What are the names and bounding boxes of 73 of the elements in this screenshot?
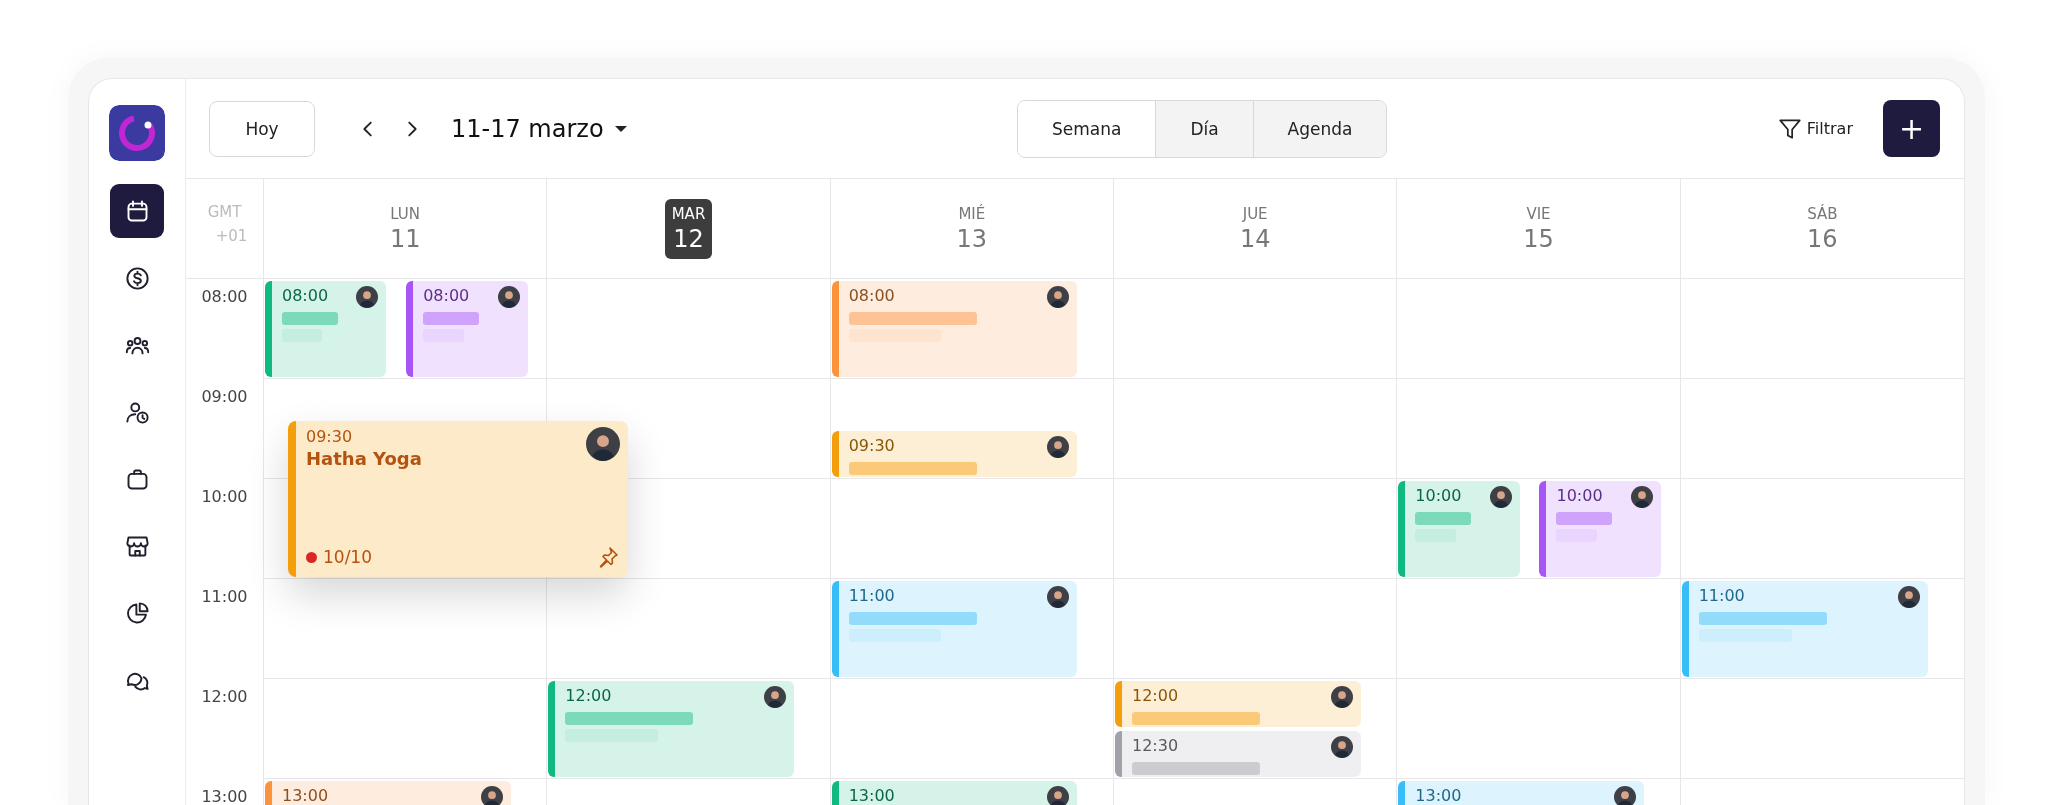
avatar-icon (586, 427, 620, 461)
event-card[interactable]: 11:00 (831, 581, 1078, 677)
event-title: Hatha Yoga (306, 448, 422, 469)
day-header[interactable]: VIE 15 (1516, 198, 1561, 259)
avatar-icon (1047, 586, 1070, 608)
avatar-icon (1330, 686, 1353, 708)
avatar-icon (1613, 786, 1636, 805)
app-logo (109, 105, 165, 161)
today-button[interactable]: Hoy (209, 100, 315, 157)
view-tab[interactable]: Día (1155, 100, 1253, 157)
event-time: 08:00 (282, 286, 329, 305)
event-time: 10:00 (1415, 486, 1462, 505)
filter-button[interactable]: Filtrar (1776, 115, 1853, 142)
hour-label: 09:00 (201, 387, 248, 406)
avatar-icon (763, 686, 786, 708)
event-card[interactable]: 09:30 (831, 431, 1078, 477)
event-time: 13:00 (848, 786, 895, 805)
avatar-icon (480, 786, 503, 805)
event-time: 09:30 (306, 427, 354, 446)
avatar-icon (1047, 286, 1070, 308)
event-time: 11:00 (848, 586, 895, 605)
avatar-icon (497, 286, 520, 308)
attendee-count: 10/10 (323, 547, 372, 567)
event-time: 08:00 (423, 286, 470, 305)
day-header[interactable]: LUN 11 (382, 198, 428, 259)
placeholder-bar (423, 312, 480, 325)
day-header[interactable]: SÁB 16 (1800, 198, 1845, 259)
calendar-icon[interactable] (110, 184, 164, 238)
event-time: 12:30 (1132, 736, 1179, 755)
event-time: 12:00 (565, 686, 612, 705)
day-header[interactable]: JUE 14 (1232, 198, 1278, 259)
event-card[interactable]: 13:00 (831, 781, 1078, 805)
hour-label: 10:00 (201, 487, 248, 506)
hour-label: 12:00 (201, 687, 248, 706)
hour-label: 11:00 (201, 587, 248, 606)
event-time: 10:00 (1556, 486, 1603, 505)
placeholder-bar (282, 312, 338, 325)
avatar-icon (356, 286, 379, 308)
event-card[interactable]: 10:00 (1539, 481, 1661, 577)
hour-label: 08:00 (201, 287, 248, 306)
event-card[interactable]: 12:30 (1115, 731, 1361, 777)
event-card[interactable]: 08:00 (831, 281, 1078, 377)
avatar-icon (1047, 436, 1070, 458)
add-button[interactable]: + (1883, 100, 1940, 157)
event-time: 09:30 (848, 436, 895, 455)
day-header[interactable]: MIÉ 13 (949, 198, 995, 259)
avatar-icon (1330, 736, 1353, 758)
event-time: 13:00 (282, 786, 329, 805)
event-card[interactable]: 10:00 (1398, 481, 1520, 577)
event-time: 13:00 (1415, 786, 1462, 805)
event-card[interactable]: 13:00 (1398, 781, 1644, 805)
day-header[interactable]: MAR 12 (664, 198, 713, 259)
event-card[interactable]: 12:00 (1115, 681, 1361, 727)
event-card[interactable]: 08:00 (265, 281, 387, 377)
event-time: 12:00 (1132, 686, 1179, 705)
placeholder-bar (1556, 512, 1613, 525)
event-card[interactable]: 12:00 (548, 681, 794, 777)
caret-icon (613, 124, 628, 133)
hour-label: 13:00 (201, 787, 248, 805)
view-tab[interactable]: Agenda (1252, 100, 1387, 157)
event-card[interactable]: 13:00 (265, 781, 511, 805)
event-card[interactable]: 11:00 (1681, 581, 1929, 677)
timezone-label: GMT +01 (186, 179, 263, 279)
avatar-icon (1047, 786, 1070, 805)
avatar-icon (1489, 486, 1512, 508)
event-card[interactable]: 08:00 (406, 281, 528, 377)
avatar-icon (1898, 586, 1921, 608)
date-range-dropdown[interactable]: 11-17 marzo (451, 114, 628, 143)
placeholder-bar (1415, 512, 1472, 525)
status-dot (306, 551, 317, 563)
avatar-icon (1630, 486, 1653, 508)
event-time: 08:00 (848, 286, 895, 305)
event-time: 11:00 (1698, 586, 1745, 605)
